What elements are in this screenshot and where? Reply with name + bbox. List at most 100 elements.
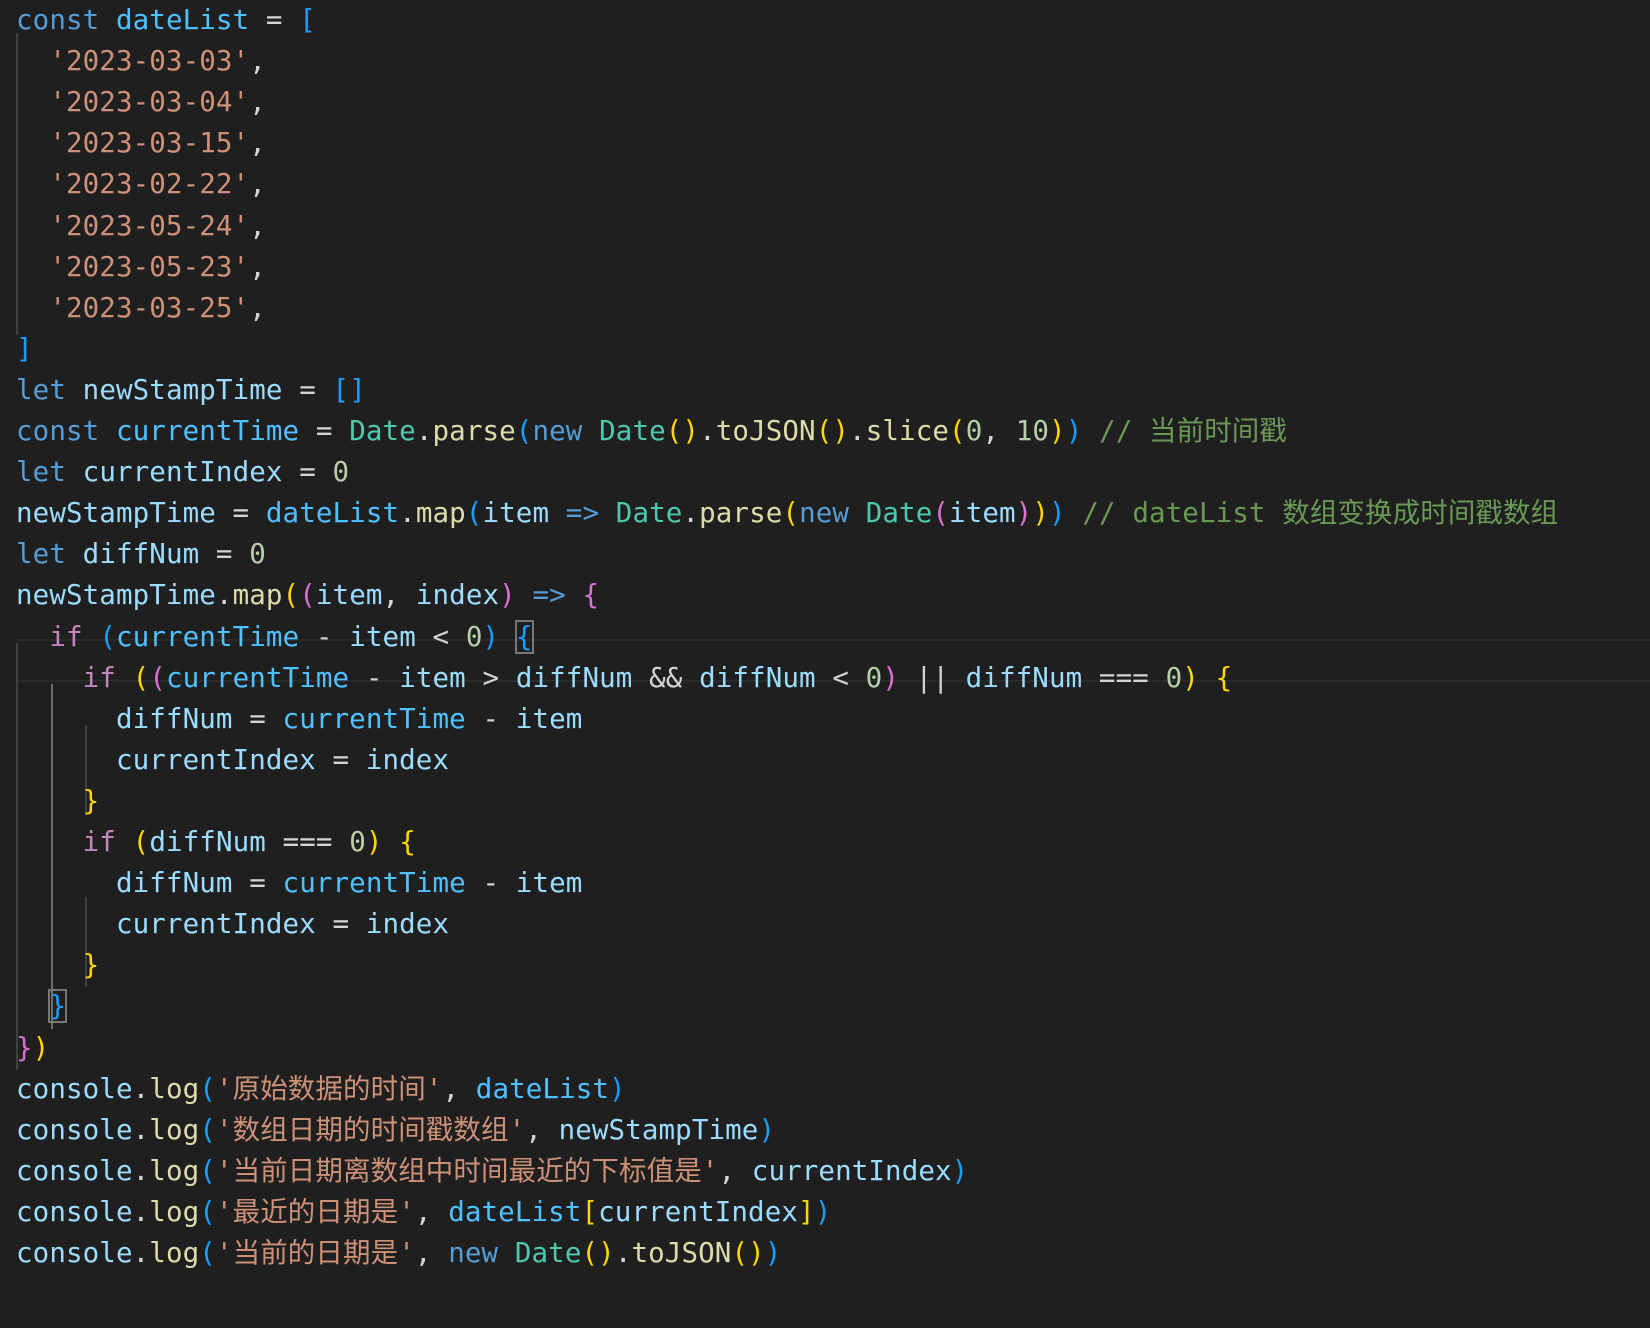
code-line[interactable]: } bbox=[16, 944, 100, 987]
code-line[interactable]: let newStampTime = [] bbox=[16, 369, 366, 412]
code-line[interactable]: if (currentTime - item < 0) { bbox=[16, 616, 534, 659]
code-token: < bbox=[815, 661, 866, 694]
code-token: currentIndex bbox=[115, 908, 316, 941]
code-token: = bbox=[232, 702, 283, 735]
code-line[interactable]: const dateList = [ bbox=[16, 0, 316, 42]
code-token: '2023-03-15' bbox=[49, 127, 250, 160]
code-token: = bbox=[199, 538, 250, 571]
code-line[interactable]: '2023-03-03', bbox=[16, 40, 266, 83]
code-token: || bbox=[899, 661, 966, 694]
code-line[interactable]: ] bbox=[16, 328, 33, 371]
code-token: new bbox=[448, 1237, 499, 1269]
code-token: } bbox=[16, 1031, 33, 1064]
code-line[interactable]: } bbox=[16, 985, 67, 1028]
code-line[interactable]: '2023-05-23', bbox=[16, 246, 266, 289]
code-line[interactable]: currentIndex = index bbox=[16, 903, 449, 946]
code-token: ) bbox=[32, 1031, 50, 1064]
code-token: const bbox=[16, 415, 100, 447]
code-token: map bbox=[415, 497, 466, 530]
code-line[interactable]: '2023-02-22', bbox=[16, 163, 266, 206]
code-token: ) bbox=[764, 1237, 782, 1269]
code-token: currentIndex bbox=[751, 1154, 952, 1187]
code-token: ( bbox=[99, 620, 116, 653]
code-token: '原始数据的时间' bbox=[215, 1072, 443, 1105]
code-token: diffNum bbox=[149, 826, 266, 858]
code-token: '当前的日期是' bbox=[215, 1237, 415, 1269]
code-token: 0 bbox=[249, 538, 266, 571]
code-line[interactable]: let currentIndex = 0 bbox=[16, 451, 349, 494]
code-line[interactable]: const currentTime = Date.parse(new Date(… bbox=[16, 410, 1287, 453]
code-token: '最近的日期是' bbox=[215, 1195, 415, 1228]
code-token: () bbox=[731, 1237, 765, 1269]
code-token: parse bbox=[432, 415, 516, 447]
code-token: item bbox=[515, 867, 583, 900]
code-token: [ bbox=[581, 1195, 599, 1228]
code-token: ] bbox=[16, 332, 33, 365]
code-token: console bbox=[16, 1154, 133, 1187]
code-token: item bbox=[515, 702, 583, 735]
code-line[interactable]: '2023-03-25', bbox=[16, 287, 266, 330]
code-line[interactable]: }) bbox=[16, 1027, 49, 1070]
code-line[interactable]: '2023-05-24', bbox=[16, 205, 266, 248]
code-token: log bbox=[149, 1195, 200, 1228]
code-token: } bbox=[82, 949, 100, 982]
code-line[interactable]: let diffNum = 0 bbox=[16, 533, 266, 576]
code-line[interactable]: if ((currentTime - item > diffNum && dif… bbox=[16, 657, 1233, 700]
code-token: , bbox=[718, 1154, 752, 1187]
code-token: , bbox=[249, 45, 266, 78]
code-token: ) bbox=[758, 1113, 776, 1146]
code-token: , bbox=[982, 415, 1016, 447]
code-token: ( bbox=[199, 1154, 216, 1187]
code-token: { bbox=[514, 619, 534, 654]
code-line[interactable]: diffNum = currentTime - item bbox=[16, 698, 582, 741]
code-line[interactable]: newStampTime.map((item, index) => { bbox=[16, 574, 599, 617]
code-token: item bbox=[315, 579, 383, 612]
code-line[interactable]: '2023-03-15', bbox=[16, 122, 266, 165]
code-token: ) bbox=[1049, 415, 1066, 447]
code-token: . bbox=[132, 1195, 150, 1228]
code-token: . bbox=[215, 579, 233, 612]
code-token: { bbox=[1215, 661, 1233, 694]
code-token: diffNum bbox=[115, 702, 233, 735]
code-token: '2023-05-24' bbox=[49, 209, 250, 242]
code-line[interactable]: '2023-03-04', bbox=[16, 81, 266, 124]
code-token: console bbox=[16, 1195, 133, 1228]
code-token: if bbox=[82, 661, 116, 694]
code-token: ) bbox=[499, 579, 516, 612]
code-token: . bbox=[699, 415, 716, 447]
code-line[interactable]: console.log('当前的日期是', new Date().toJSON(… bbox=[16, 1232, 781, 1275]
code-line[interactable]: console.log('原始数据的时间', dateList) bbox=[16, 1068, 626, 1111]
code-token: item bbox=[349, 620, 416, 653]
code-line[interactable]: diffNum = currentTime - item bbox=[16, 862, 582, 905]
code-line[interactable]: console.log('当前日期离数组中时间最近的下标值是', current… bbox=[16, 1150, 968, 1193]
code-token: , bbox=[249, 168, 266, 201]
code-token: map bbox=[232, 579, 283, 612]
code-token: currentTime bbox=[165, 661, 350, 694]
code-line[interactable]: if (diffNum === 0) { bbox=[16, 821, 416, 864]
code-token: newStampTime bbox=[82, 373, 283, 406]
code-token: . bbox=[132, 1237, 150, 1269]
code-token: item bbox=[949, 497, 1016, 530]
code-token: ( bbox=[199, 1072, 216, 1105]
code-line[interactable]: console.log('数组日期的时间戳数组', newStampTime) bbox=[16, 1109, 775, 1152]
code-line[interactable]: } bbox=[16, 780, 100, 823]
code-line[interactable]: newStampTime = dateList.map(item => Date… bbox=[16, 492, 1558, 535]
code-line[interactable]: currentIndex = index bbox=[16, 739, 449, 782]
code-line[interactable]: console.log('最近的日期是', dateList[currentIn… bbox=[16, 1191, 831, 1234]
code-token: { bbox=[399, 826, 416, 858]
code-token: - bbox=[465, 702, 516, 735]
code-editor[interactable]: const dateList = [ '2023-03-03', '2023-0… bbox=[16, 0, 1650, 1328]
code-token: item bbox=[482, 497, 550, 530]
code-token: } bbox=[48, 989, 67, 1024]
code-token: - bbox=[299, 620, 350, 653]
